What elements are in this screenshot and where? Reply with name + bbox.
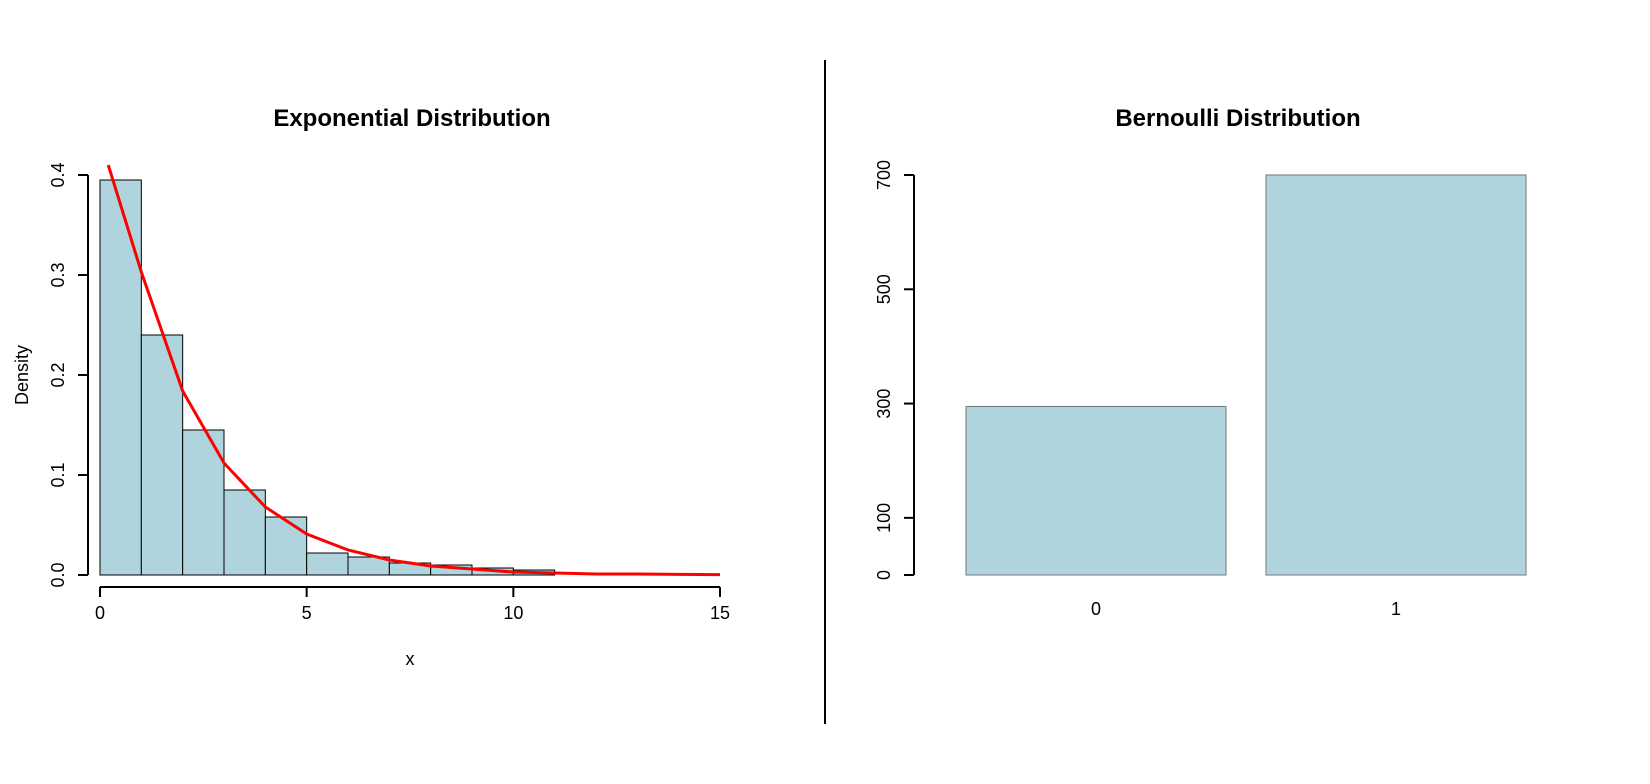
x-axis-label: x xyxy=(406,649,415,669)
x-tick-label: 5 xyxy=(302,603,312,623)
histogram-bar xyxy=(307,553,348,575)
y-tick-label: 0.4 xyxy=(48,162,68,187)
right-panel: Bernoulli Distribution 010030050070001 xyxy=(826,0,1650,784)
chart-container: Exponential Distribution 051015x0.00.10.… xyxy=(0,0,1650,784)
y-tick-label: 700 xyxy=(874,160,894,190)
bar xyxy=(966,406,1226,575)
y-tick-label: 0 xyxy=(874,570,894,580)
bar xyxy=(1266,175,1526,575)
x-tick-label: 0 xyxy=(95,603,105,623)
y-tick-label: 300 xyxy=(874,389,894,419)
y-tick-label: 0.0 xyxy=(48,562,68,587)
y-axis-label: Density xyxy=(12,345,32,405)
right-chart-svg: 0 100 300 500 700 0 1 xyxy=(826,0,1650,784)
x-tick-label: 10 xyxy=(503,603,523,623)
x-tick-label: 1 xyxy=(1391,599,1401,619)
y-tick-label: 500 xyxy=(874,274,894,304)
histogram-bar xyxy=(100,180,141,575)
histogram-bar xyxy=(265,517,306,575)
x-tick-label: 15 xyxy=(710,603,730,623)
histogram-bar xyxy=(224,490,265,575)
x-tick-label: 0 xyxy=(1091,599,1101,619)
y-tick-label: 0.3 xyxy=(48,262,68,287)
left-panel: Exponential Distribution 051015x0.00.10.… xyxy=(0,0,824,784)
left-chart-svg: 0 5 10 15 x 0.0 0.1 0.2 0.3 0.4 Density xyxy=(0,0,825,784)
y-tick-label: 100 xyxy=(874,503,894,533)
y-tick-label: 0.1 xyxy=(48,462,68,487)
y-tick-label: 0.2 xyxy=(48,362,68,387)
